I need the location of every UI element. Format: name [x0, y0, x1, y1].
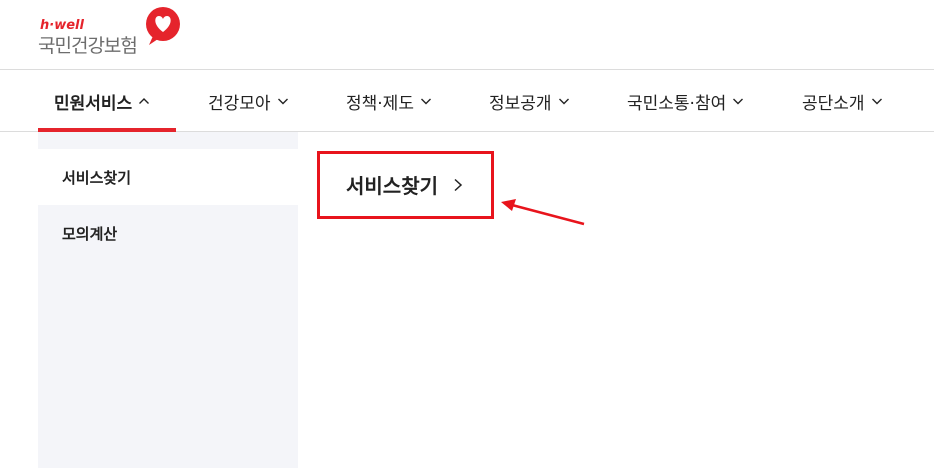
submenu-item-label: 모의계산: [62, 224, 118, 243]
annotation-highlight-box: [317, 151, 494, 219]
gnb-item-label: 공단소개: [802, 93, 865, 114]
gnb-item-label: 국민소통·참여: [627, 93, 727, 114]
gnb-item-communication[interactable]: 국민소통·참여: [627, 70, 744, 132]
gnb-item-disclosure[interactable]: 정보공개: [489, 70, 570, 132]
gnb-item-about[interactable]: 공단소개: [802, 70, 883, 132]
chevron-down-icon: [871, 98, 882, 105]
chevron-up-icon: [139, 98, 150, 104]
submenu-item-label: 서비스찾기: [62, 168, 132, 187]
site-header: h·well 국민건강보험: [0, 0, 934, 70]
gnb-item-policy[interactable]: 정책·제도: [346, 70, 432, 132]
gnb-item-label: 정보공개: [489, 93, 552, 114]
gnb-item-label: 정책·제도: [346, 93, 414, 114]
site-logo[interactable]: h·well 국민건강보험: [38, 6, 188, 58]
gnb-item-health[interactable]: 건강모아: [208, 70, 289, 132]
chevron-down-icon: [733, 98, 744, 105]
annotation-arrow-icon: [501, 199, 585, 226]
submenu-panel: 서비스찾기 모의계산: [38, 149, 298, 468]
chevron-down-icon: [277, 98, 288, 105]
submenu-item-service-search[interactable]: 서비스찾기: [38, 149, 298, 205]
chevron-down-icon: [420, 98, 431, 105]
gnb-item-label: 건강모아: [208, 93, 271, 114]
global-navigation: 민원서비스 건강모아 정책·제도 정보공개 국민소통·참여 공단소개: [0, 70, 934, 132]
gnb-item-civil-service[interactable]: 민원서비스: [54, 70, 150, 132]
chevron-down-icon: [558, 98, 569, 105]
logo-name: 국민건강보험: [38, 35, 138, 57]
heart-logo-icon: [146, 7, 180, 45]
gnb-item-label: 민원서비스: [54, 93, 133, 114]
submenu-item-mock-calculation[interactable]: 모의계산: [38, 205, 298, 261]
submenu-top-spacer: [38, 132, 298, 149]
